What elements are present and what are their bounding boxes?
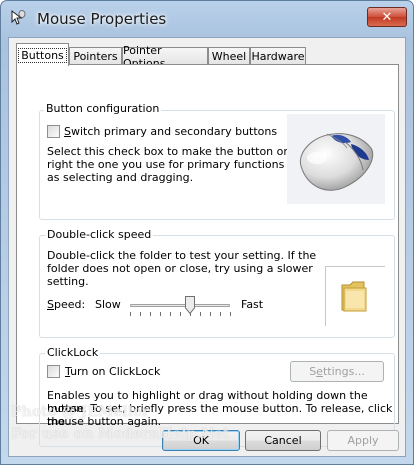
fast-label: Fast	[241, 298, 264, 311]
speed-slider-tick	[160, 312, 161, 316]
tab-wheel-label: Wheel	[211, 50, 247, 63]
button-configuration-title: Button configuration	[44, 102, 162, 115]
mouse-preview	[287, 114, 385, 204]
switch-buttons-label[interactable]: Switch primary and secondary buttons	[64, 125, 277, 138]
mouse-cursor-icon	[11, 9, 26, 25]
mouse-properties-window: Mouse Properties ✕ Buttons Pointers Poin…	[0, 0, 414, 465]
button-configuration-content: Button configuration Switch primary and …	[39, 102, 395, 220]
dialog-client-area: Buttons Pointers Pointer Options Wheel H…	[8, 37, 406, 457]
switch-buttons-label-accel: S	[64, 125, 71, 138]
speed-slider-tick	[130, 312, 131, 316]
button-config-desc-line-2: right the one you use for primary functi…	[47, 158, 314, 171]
window-title: Mouse Properties	[37, 10, 167, 28]
speed-label: Speed:	[47, 298, 85, 311]
clicklock-checkbox[interactable]	[47, 365, 60, 378]
tab-pointers-label: Pointers	[73, 50, 118, 63]
cancel-button[interactable]: Cancel	[245, 430, 321, 451]
button-config-desc-line-1: Select this check box to make the button…	[47, 145, 312, 158]
speed-slider-tick	[150, 312, 151, 316]
tab-buttons-label: Buttons	[18, 47, 67, 63]
speed-slider-thumb[interactable]	[185, 296, 195, 314]
double-click-speed-group: Double-click speed Double-click the fold…	[39, 228, 395, 338]
double-click-desc-line-2: folder does not open or close, try using…	[47, 262, 313, 275]
watermark-line-1: Photo @ JEMeller	[11, 404, 150, 420]
speed-slider-track[interactable]	[130, 304, 230, 307]
close-button[interactable]: ✕	[367, 7, 407, 27]
tab-pointer-options[interactable]: Pointer Options	[122, 44, 208, 70]
test-folder-area[interactable]	[325, 266, 385, 326]
tab-buttons[interactable]: Buttons	[16, 43, 69, 66]
speed-label-accel: S	[47, 298, 54, 311]
close-icon: ✕	[381, 9, 393, 25]
switch-buttons-label-text: witch primary and secondary buttons	[70, 125, 278, 138]
speed-slider-tick	[220, 312, 221, 316]
clicklock-settings-button[interactable]: Se ttings...	[290, 361, 384, 382]
tab-wheel[interactable]: Wheel	[208, 47, 250, 65]
apply-button-label: Apply	[347, 434, 379, 447]
speed-slider-tick	[170, 312, 171, 316]
double-click-desc-line-3: setting.	[47, 275, 89, 288]
tab-pointers[interactable]: Pointers	[69, 47, 122, 65]
tab-hardware-label: Hardware	[251, 50, 305, 63]
clicklock-label[interactable]: Turn on ClickLock	[65, 365, 160, 378]
double-click-speed-title: Double-click speed	[45, 228, 154, 241]
switch-buttons-checkbox[interactable]	[47, 125, 60, 138]
speed-slider-tick	[200, 312, 201, 316]
settings-label-text: ttings...	[322, 365, 365, 378]
speed-slider-tick	[230, 312, 231, 316]
speed-slider-tick	[210, 312, 211, 316]
title-bar[interactable]: Mouse Properties ✕	[1, 1, 413, 37]
mouse-illustration-icon	[299, 133, 374, 191]
clicklock-title: ClickLock	[45, 346, 101, 359]
settings-label-accel: e	[316, 365, 323, 378]
apply-button[interactable]: Apply	[327, 430, 399, 451]
folder-icon[interactable]	[340, 279, 368, 313]
cancel-button-label: Cancel	[264, 434, 302, 447]
watermark-line-2: For use on ModernHelp.Net	[11, 426, 230, 442]
clicklock-label-text: urn on ClickLock	[70, 365, 161, 378]
speed-slider-tick	[180, 312, 181, 316]
tab-panel-buttons: Button configuration Switch primary and …	[16, 64, 399, 447]
button-config-desc-line-3: as selecting and dragging.	[47, 171, 194, 184]
speed-label-text: peed:	[53, 298, 86, 311]
settings-label-prefix: S	[309, 365, 317, 378]
speed-slider-tick	[140, 312, 141, 316]
tab-hardware[interactable]: Hardware	[250, 47, 306, 65]
double-click-desc-line-1: Double-click the folder to test your set…	[47, 249, 317, 262]
slow-label: Slow	[95, 298, 121, 311]
